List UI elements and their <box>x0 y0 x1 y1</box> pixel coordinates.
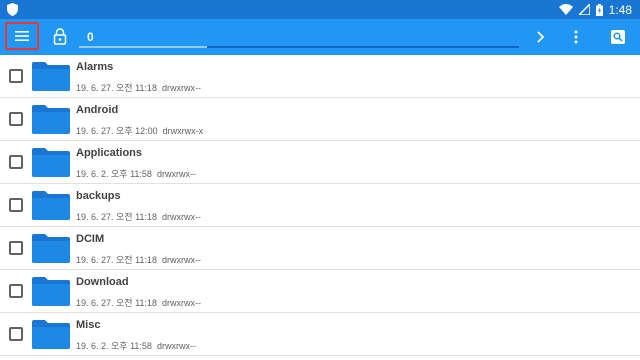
file-meta: 19. 6. 27. 오전 11:18 drwxrwx-- <box>76 296 201 309</box>
file-row[interactable]: Alarms 19. 6. 27. 오전 11:18 drwxrwx-- <box>0 55 640 98</box>
folder-icon <box>32 62 70 91</box>
file-permissions: drwxrwx-x <box>162 126 204 136</box>
progress-fill <box>79 46 207 48</box>
search-button[interactable] <box>608 27 628 47</box>
select-checkbox[interactable] <box>9 155 23 169</box>
folder-icon <box>32 105 70 134</box>
file-permissions: drwxrwx-- <box>156 169 196 179</box>
file-name: Alarms <box>76 61 114 73</box>
file-list: Alarms 19. 6. 27. 오전 11:18 drwxrwx-- Androi… <box>0 55 640 360</box>
file-date: 19. 6. 27. 오후 12:00 <box>76 126 158 136</box>
more-options-button[interactable] <box>566 27 586 47</box>
file-date: 19. 6. 27. 오전 11:18 <box>76 255 157 265</box>
status-icons: 1:48 <box>558 0 632 19</box>
file-meta: 19. 6. 27. 오전 11:18 drwxrwx-- <box>76 253 201 266</box>
signal-icon <box>578 4 590 15</box>
file-name: backups <box>76 190 121 202</box>
folder-icon <box>32 148 70 177</box>
folder-icon <box>32 234 70 263</box>
file-row[interactable]: DCIM 19. 6. 27. 오전 11:18 drwxrwx-- <box>0 227 640 270</box>
hamburger-menu-icon <box>15 31 29 41</box>
forward-button[interactable] <box>530 27 550 47</box>
toolbar: 0 <box>0 19 640 55</box>
file-meta: 19. 6. 2. 오후 11:58 drwxrwx-- <box>76 339 196 352</box>
wifi-icon <box>558 4 573 15</box>
more-vert-icon <box>574 30 578 44</box>
file-row[interactable]: Misc 19. 6. 2. 오후 11:58 drwxrwx-- <box>0 313 640 356</box>
file-name: DCIM <box>76 233 105 245</box>
clock: 1:48 <box>608 2 632 17</box>
file-name: Applications <box>76 147 143 159</box>
search-icon <box>611 30 625 44</box>
file-name: Android <box>76 104 119 116</box>
file-date: 19. 6. 27. 오전 11:18 <box>76 298 157 308</box>
lock-button[interactable] <box>50 27 70 47</box>
file-row[interactable]: Download 19. 6. 27. 오전 11:18 drwxrwx-- <box>0 270 640 313</box>
file-permissions: drwxrwx-- <box>161 212 201 222</box>
select-checkbox[interactable] <box>9 198 23 212</box>
file-permissions: drwxrwx-- <box>161 255 201 265</box>
status-bar: 1:48 <box>0 0 640 19</box>
select-checkbox[interactable] <box>9 112 23 126</box>
folder-icon <box>32 277 70 306</box>
file-meta: 19. 6. 27. 오후 12:00 drwxrwx-x <box>76 124 203 137</box>
file-date: 19. 6. 2. 오후 11:58 <box>76 341 152 351</box>
lock-icon <box>53 28 67 45</box>
selected-count: 0 <box>87 30 94 44</box>
file-meta: 19. 6. 2. 오후 11:58 drwxrwx-- <box>76 167 196 180</box>
folder-icon <box>32 320 70 349</box>
select-checkbox[interactable] <box>9 284 23 298</box>
file-row[interactable]: Applications 19. 6. 2. 오후 11:58 drwxrwx-- <box>0 141 640 184</box>
file-date: 19. 6. 2. 오후 11:58 <box>76 169 152 179</box>
file-permissions: drwxrwx-- <box>161 83 201 93</box>
path-bar[interactable]: 0 <box>79 23 519 51</box>
file-row[interactable]: backups 19. 6. 27. 오전 11:18 drwxrwx-- <box>0 184 640 227</box>
select-checkbox[interactable] <box>9 241 23 255</box>
file-name: Download <box>76 276 129 288</box>
file-date: 19. 6. 27. 오전 11:18 <box>76 212 157 222</box>
file-row[interactable]: Android 19. 6. 27. 오후 12:00 drwxrwx-x <box>0 98 640 141</box>
file-meta: 19. 6. 27. 오전 11:18 drwxrwx-- <box>76 81 201 94</box>
menu-button[interactable] <box>5 22 39 50</box>
file-name: Misc <box>76 319 101 331</box>
select-checkbox[interactable] <box>9 327 23 341</box>
file-meta: 19. 6. 27. 오전 11:18 drwxrwx-- <box>76 210 201 223</box>
file-permissions: drwxrwx-- <box>156 341 196 351</box>
file-date: 19. 6. 27. 오전 11:18 <box>76 83 157 93</box>
select-checkbox[interactable] <box>9 69 23 83</box>
folder-icon <box>32 191 70 220</box>
shield-icon <box>7 3 18 16</box>
battery-icon <box>595 3 603 16</box>
file-permissions: drwxrwx-- <box>161 298 201 308</box>
progress-track <box>79 46 519 48</box>
chevron-right-icon <box>537 31 545 43</box>
